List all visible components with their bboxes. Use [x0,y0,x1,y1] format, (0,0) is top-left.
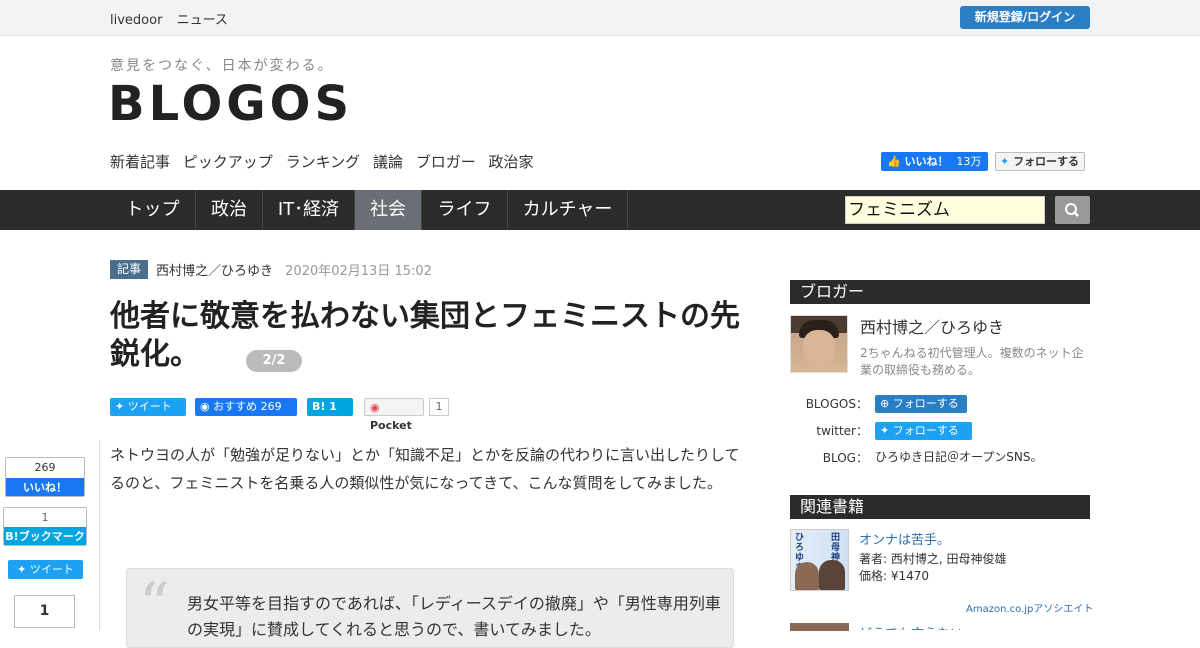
blogos-label: BLOGOS： [805,397,868,411]
facebook-icon: ◉ [200,400,210,413]
avatar-face [803,330,835,366]
register-login-button[interactable]: 新規登録/ログイン [960,6,1090,29]
twitter-follow-side-button[interactable]: ✦ フォローする [875,422,972,440]
book-price: 価格: ¥1470 [859,569,930,583]
thumbs-up-icon: 👍 [887,155,901,168]
article-badge: 記事 [110,260,148,279]
article-date: 2020年02月13日 15:02 [285,264,432,279]
tab-politics[interactable]: 政治 [196,190,263,230]
pocket-button[interactable]: ◉ Pocket [364,398,424,432]
book-authors: 著者: 西村博之, 田母神俊雄 [859,552,1007,566]
tab-life[interactable]: ライフ [422,190,508,230]
article-meta: 西村博之／ひろゆき 2020年02月13日 15:02 [156,260,432,279]
article-title: 他者に敬意を払わない集団とフェミニストの先鋭化。 [110,299,740,372]
tw-follow-label: フォローする [1013,155,1080,168]
tab-it-economy[interactable]: IT･経済 [263,190,355,230]
subnav-new[interactable]: 新着記事 [110,153,170,171]
twitter-follow-label: フォローする [892,424,959,437]
side-tweet-button[interactable]: ✦ ツイート [8,560,83,579]
brand-livedoor[interactable]: livedoor [110,13,162,28]
twitter-bird-icon: ✦ [880,424,890,437]
book-cover-image[interactable]: ひろゆき 田母神 [790,529,849,591]
pocket-label: Pocket [370,419,412,432]
tab-society[interactable]: 社会 [355,190,422,230]
subnav-politician[interactable]: 政治家 [489,153,534,171]
subnav-pickup[interactable]: ピックアップ [183,153,273,171]
tab-culture[interactable]: カルチャー [508,190,628,230]
plus-icon: ⊕ [880,397,890,410]
blogger-section-heading: ブロガー [790,280,1090,304]
subnav-ranking[interactable]: ランキング [286,153,361,171]
hatena-label: B! [312,400,326,413]
blockquote: “ 男女平等を目指すのであれば、「レディースデイの撤廃」や「男性専用列車の実現」… [126,568,734,648]
top-bar: livedoor ニュース 新規登録/ログイン [0,0,1200,36]
sub-navigation: 新着記事 ピックアップ ランキング 議論 ブロガー 政治家 [110,151,542,172]
tab-top[interactable]: トップ [110,190,196,230]
fb-like-label: いいね！ [904,155,949,168]
side-hatena-button[interactable]: 1 B!ブックマーク [3,507,87,546]
article-body: ネトウヨの人が「勉強が足りない」とか「知識不足」とかを反論の代わりに言い出したり… [110,446,740,492]
book-cover-person-1 [795,562,819,590]
blogger-name[interactable]: 西村博之／ひろゆき [860,314,1004,338]
books-section-heading: 関連書籍 [790,495,1090,519]
book-cover-text-2: 田母神 [831,533,841,563]
side-pocket-button[interactable]: 1 [14,595,75,628]
facebook-like-button[interactable]: 👍 いいね！ 13万 [881,152,988,171]
side-hatena-count: 1 [41,511,49,524]
side-hatena-label: B!ブックマーク [4,527,86,545]
search-input[interactable]: フェミニズム [845,196,1045,224]
blog-label: BLOG： [822,451,868,465]
blogos-follow-label: フォローする [892,397,959,410]
side-like-button[interactable]: 269 いいね！ [5,457,85,497]
book-cover-person-2 [819,560,845,590]
fb-recommend-count: 269 [260,400,282,413]
subnav-debate[interactable]: 議論 [373,153,403,171]
site-tagline: 意見をつなぐ、日本が変わる。 [110,58,334,74]
blogger-description: 2ちゃんねる初代管理人。複数のネット企業の取締役も務める。 [860,346,1084,377]
blogos-follow-button[interactable]: ⊕ フォローする [875,395,967,413]
fb-like-count: 13万 [956,155,982,168]
quote-mark-icon: “ [139,570,170,640]
fb-recommend-label: おすすめ [213,400,258,413]
blog-link[interactable]: ひろゆき日記＠オープンSNS。 [875,448,1043,465]
tweet-label: ツイート [127,400,172,413]
twitter-bird-icon: ✦ [1000,155,1010,168]
twitter-bird-icon: ✦ [115,400,125,413]
quote-text: 男女平等を目指すのであれば、「レディースデイの撤廃」や「男性専用列車の実現」に賛… [187,594,721,639]
pocket-icon: ◉ [370,401,380,414]
hatena-count: 1 [329,400,337,413]
search-icon [1065,203,1079,217]
article-author[interactable]: 西村博之／ひろゆき [156,264,273,279]
twitter-bird-icon: ✦ [17,563,27,576]
side-like-label: いいね！ [6,478,84,496]
book-meta: 著者: 西村博之, 田母神俊雄 価格: ¥1470 [859,551,1007,585]
hatena-bookmark-button[interactable]: B! 1 [307,398,353,416]
search-button[interactable] [1055,196,1090,224]
facebook-recommend-button[interactable]: ◉ おすすめ 269 [195,398,297,416]
livedoor-brand[interactable]: livedoor ニュース [110,9,238,28]
twitter-follow-button[interactable]: ✦ フォローする [995,152,1085,171]
tweet-button[interactable]: ✦ ツイート [110,398,186,416]
brand-news[interactable]: ニュース [177,13,228,28]
book-title-link-2[interactable]: どうでも言えない [859,623,963,630]
floating-share-bar: 269 いいね！ 1 B!ブックマーク ✦ ツイート 1 [0,440,100,630]
side-like-count: 269 [34,461,56,474]
page-indicator: 2/2 [246,350,302,372]
site-logo[interactable]: BLOGOS [108,76,353,132]
subnav-blogger[interactable]: ブロガー [416,153,476,171]
side-tweet-label: ツイート [29,563,74,576]
book-title-link[interactable]: オンナは苦手。 [859,529,950,548]
amazon-associate-link[interactable]: Amazon.co.jpアソシエイト [966,600,1093,615]
pocket-count: 1 [429,398,449,416]
blogger-avatar[interactable] [790,315,848,373]
twitter-label: twitter： [816,424,868,438]
